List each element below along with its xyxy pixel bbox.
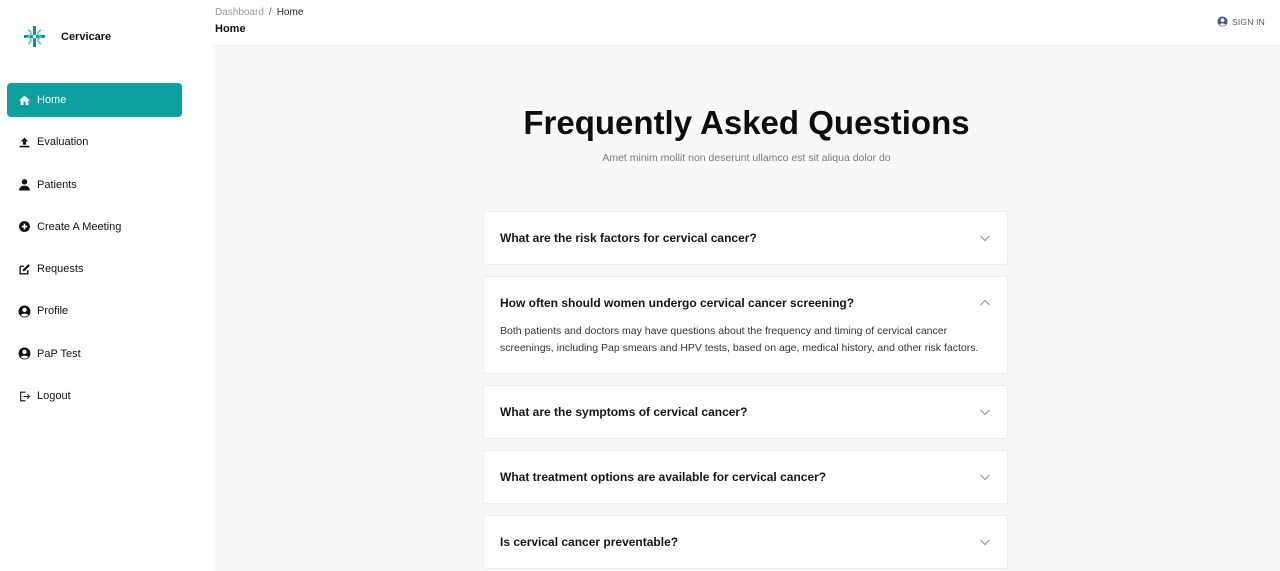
breadcrumb-dashboard-link[interactable]: Dashboard bbox=[215, 7, 264, 18]
account-circle-icon bbox=[1217, 16, 1228, 27]
faq-question: What are the risk factors for cervical c… bbox=[500, 231, 757, 245]
faq-question-row[interactable]: What treatment options are available for… bbox=[484, 451, 1007, 503]
account-circle-icon bbox=[18, 347, 31, 360]
sidebar-item-label: Requests bbox=[37, 263, 84, 276]
brand-name: Cervicare bbox=[61, 30, 112, 43]
breadcrumb-separator: / bbox=[268, 7, 272, 18]
chevron-down-icon[interactable] bbox=[979, 536, 991, 548]
sign-in-button[interactable]: SIGN IN bbox=[1217, 16, 1265, 27]
faq-question: What are the symptoms of cervical cancer… bbox=[500, 405, 748, 419]
breadcrumb: Dashboard / Home bbox=[215, 7, 303, 18]
faq-answer: Both patients and doctors may have quest… bbox=[500, 325, 979, 354]
sidebar-item-label: Home bbox=[37, 94, 67, 106]
sidebar-item-logout[interactable]: Logout bbox=[7, 379, 182, 413]
faq-item[interactable]: What are the symptoms of cervical cancer… bbox=[483, 385, 1008, 439]
chevron-up-icon[interactable] bbox=[979, 297, 991, 309]
sign-in-label: SIGN IN bbox=[1231, 16, 1265, 27]
account-circle-icon bbox=[18, 305, 31, 318]
brand[interactable]: Cervicare bbox=[22, 24, 111, 49]
faq-item-expanded[interactable]: How often should women undergo cervical … bbox=[483, 276, 1008, 374]
faq-subtitle: Amet minim mollit non deserunt ullamco e… bbox=[602, 152, 891, 164]
faq-question-row[interactable]: How often should women undergo cervical … bbox=[484, 277, 1007, 329]
chevron-down-icon[interactable] bbox=[979, 232, 991, 244]
sidebar-item-patients[interactable]: Patients bbox=[7, 168, 182, 202]
faq-question-row[interactable]: What are the symptoms of cervical cancer… bbox=[484, 386, 1007, 438]
upload-icon bbox=[18, 136, 31, 149]
logout-icon bbox=[18, 390, 31, 403]
top-bar: Dashboard / Home Home SIGN IN bbox=[213, 0, 1280, 44]
sidebar-item-label: Profile bbox=[37, 305, 69, 318]
faq-heading: Frequently Asked Questions bbox=[523, 104, 970, 141]
breadcrumb-current: Home bbox=[276, 7, 304, 18]
sidebar-item-label: Patients bbox=[37, 178, 77, 191]
chevron-down-icon[interactable] bbox=[979, 471, 991, 483]
sidebar-item-profile[interactable]: Profile bbox=[7, 294, 182, 328]
home-icon bbox=[18, 94, 31, 107]
person-icon bbox=[18, 178, 31, 191]
sidebar-item-create-a-meeting[interactable]: Create A Meeting bbox=[7, 210, 182, 244]
sidebar-item-label: Evaluation bbox=[37, 136, 89, 149]
sidebar-nav: Home Evaluation Patients Create A Meetin… bbox=[7, 83, 182, 421]
faq-section: Frequently Asked Questions Amet minim mo… bbox=[213, 44, 1280, 571]
faq-item[interactable]: What treatment options are available for… bbox=[483, 450, 1008, 504]
page-title: Home bbox=[215, 23, 246, 35]
faq-question: How often should women undergo cervical … bbox=[500, 296, 855, 310]
main-area: Dashboard / Home Home SIGN IN Frequently A… bbox=[213, 0, 1280, 571]
sidebar-item-pap-test[interactable]: PaP Test bbox=[7, 337, 182, 371]
chevron-down-icon[interactable] bbox=[979, 406, 991, 418]
faq-question: What treatment options are available for… bbox=[500, 470, 827, 484]
sidebar-item-home[interactable]: Home bbox=[7, 83, 182, 117]
cervicare-logo-icon bbox=[24, 26, 45, 47]
sidebar-item-label: PaP Test bbox=[37, 347, 81, 360]
faq-item[interactable]: What are the risk factors for cervical c… bbox=[483, 211, 1008, 265]
sidebar: Cervicare Home Evaluation Patients Creat… bbox=[0, 0, 194, 571]
sidebar-item-evaluation[interactable]: Evaluation bbox=[7, 125, 182, 159]
faq-question-row[interactable]: What are the risk factors for cervical c… bbox=[484, 212, 1007, 264]
sidebar-item-label: Logout bbox=[37, 390, 71, 403]
edit-icon bbox=[18, 263, 31, 276]
faq-question: Is cervical cancer preventable? bbox=[500, 535, 679, 549]
sidebar-item-label: Create A Meeting bbox=[37, 220, 122, 233]
sidebar-item-requests[interactable]: Requests bbox=[7, 252, 182, 286]
faq-question-row[interactable]: Is cervical cancer preventable? bbox=[484, 516, 1007, 568]
faq-list: What are the risk factors for cervical c… bbox=[483, 211, 1008, 571]
plus-circle-icon bbox=[18, 220, 31, 233]
faq-item[interactable]: Is cervical cancer preventable? bbox=[483, 515, 1008, 569]
